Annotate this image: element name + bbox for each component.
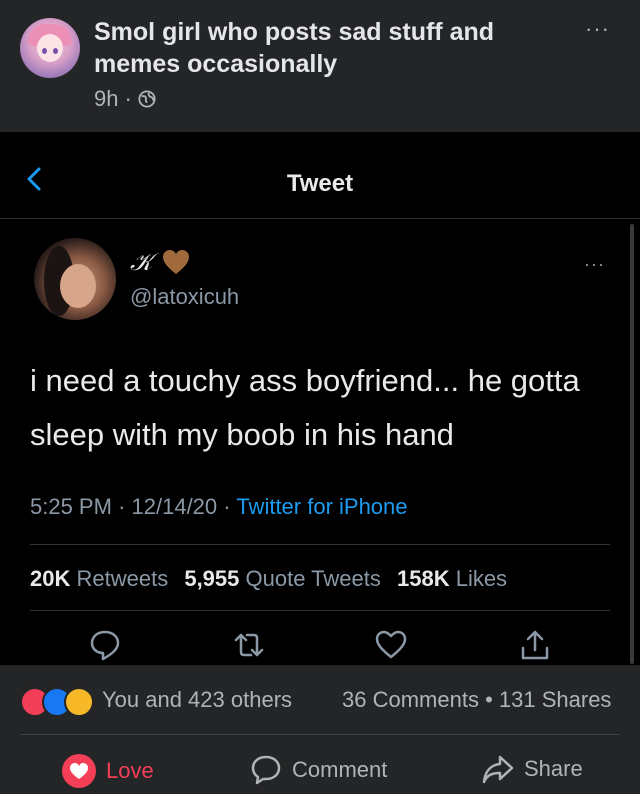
likes-stat[interactable]: 158K Likes [397,566,507,591]
post-actions: Love Comment Share [0,740,640,794]
comment-button[interactable]: Comment [250,754,387,786]
like-icon[interactable] [374,628,408,662]
reactions-bar: You and 423 others 36 Comments • 131 Sha… [0,665,640,735]
likes-label: Likes [455,566,508,591]
retweet-icon[interactable] [232,628,266,662]
tweet-screenshot: Tweet 𝒦 @latoxicuh ··· i need a touchy a… [0,132,640,665]
author-name[interactable]: Smol girl who posts sad stuff and memes … [94,16,534,80]
globe-icon [138,90,156,108]
tweet-author-name-text: 𝒦 [130,248,153,276]
post-time[interactable]: 9h [94,86,118,112]
divider [30,544,610,545]
share-button[interactable]: Share [482,754,583,784]
comments-count[interactable]: 36 Comments [342,687,479,712]
share-button-label: Share [524,756,583,781]
post-header: Smol girl who posts sad stuff and memes … [0,0,640,132]
quotes-count: 5,955 [184,566,240,591]
reaction-icons[interactable] [20,687,100,717]
reactions-summary[interactable]: You and 423 others [102,687,292,713]
comment-icon [251,755,281,785]
tweet-more-icon[interactable]: ··· [584,254,605,275]
shares-count[interactable]: 131 Shares [499,687,612,712]
tweet-topbar: Tweet [0,132,640,219]
divider [20,734,620,735]
post-more-icon[interactable]: ··· [585,16,610,42]
tweet-stats: 20K Retweets 5,955 Quote Tweets 158K Lik… [30,566,507,592]
post-meta: 9h · [94,86,156,112]
quotes-label: Quote Tweets [245,566,381,591]
retweets-stat[interactable]: 20K Retweets [30,566,168,591]
counts-sep: • [485,687,493,712]
divider [30,610,610,611]
brown-heart-icon [163,250,190,274]
love-button-label: Love [106,758,154,783]
tweet-meta-sep: · [118,494,126,519]
share-tweet-icon[interactable] [518,628,552,662]
retweets-label: Retweets [76,566,169,591]
tweet-meta-sep: · [223,494,231,519]
share-icon [482,755,514,784]
tweet-actions [0,628,640,665]
tweet-source-link[interactable]: Twitter for iPhone [236,494,407,519]
quotes-stat[interactable]: 5,955 Quote Tweets [184,566,381,591]
tweet-meta: 5:25 PM · 12/14/20 · Twitter for iPhone [30,494,408,520]
scrollbar[interactable] [630,224,634,664]
author-avatar[interactable] [20,18,80,78]
comment-button-label: Comment [292,757,388,782]
haha-reaction-icon [64,687,94,717]
retweets-count: 20K [30,566,71,591]
tweet-time: 5:25 PM [30,494,112,519]
tweet-author-name[interactable]: 𝒦 [130,248,190,276]
likes-count: 158K [396,566,450,591]
tweet-text: i need a touchy ass boyfriend... he gott… [30,363,580,452]
tweet-page-title: Tweet [286,170,354,197]
meta-dot: · [124,86,132,111]
tweet-author-handle[interactable]: @latoxicuh [130,284,239,310]
love-button[interactable]: Love [62,754,154,788]
tweet-date: 12/14/20 [131,494,218,519]
reply-icon[interactable] [88,628,122,662]
engagement-counts: 36 Comments • 131 Shares [342,687,611,713]
love-icon [62,754,96,788]
tweet-author-avatar[interactable] [34,238,116,320]
